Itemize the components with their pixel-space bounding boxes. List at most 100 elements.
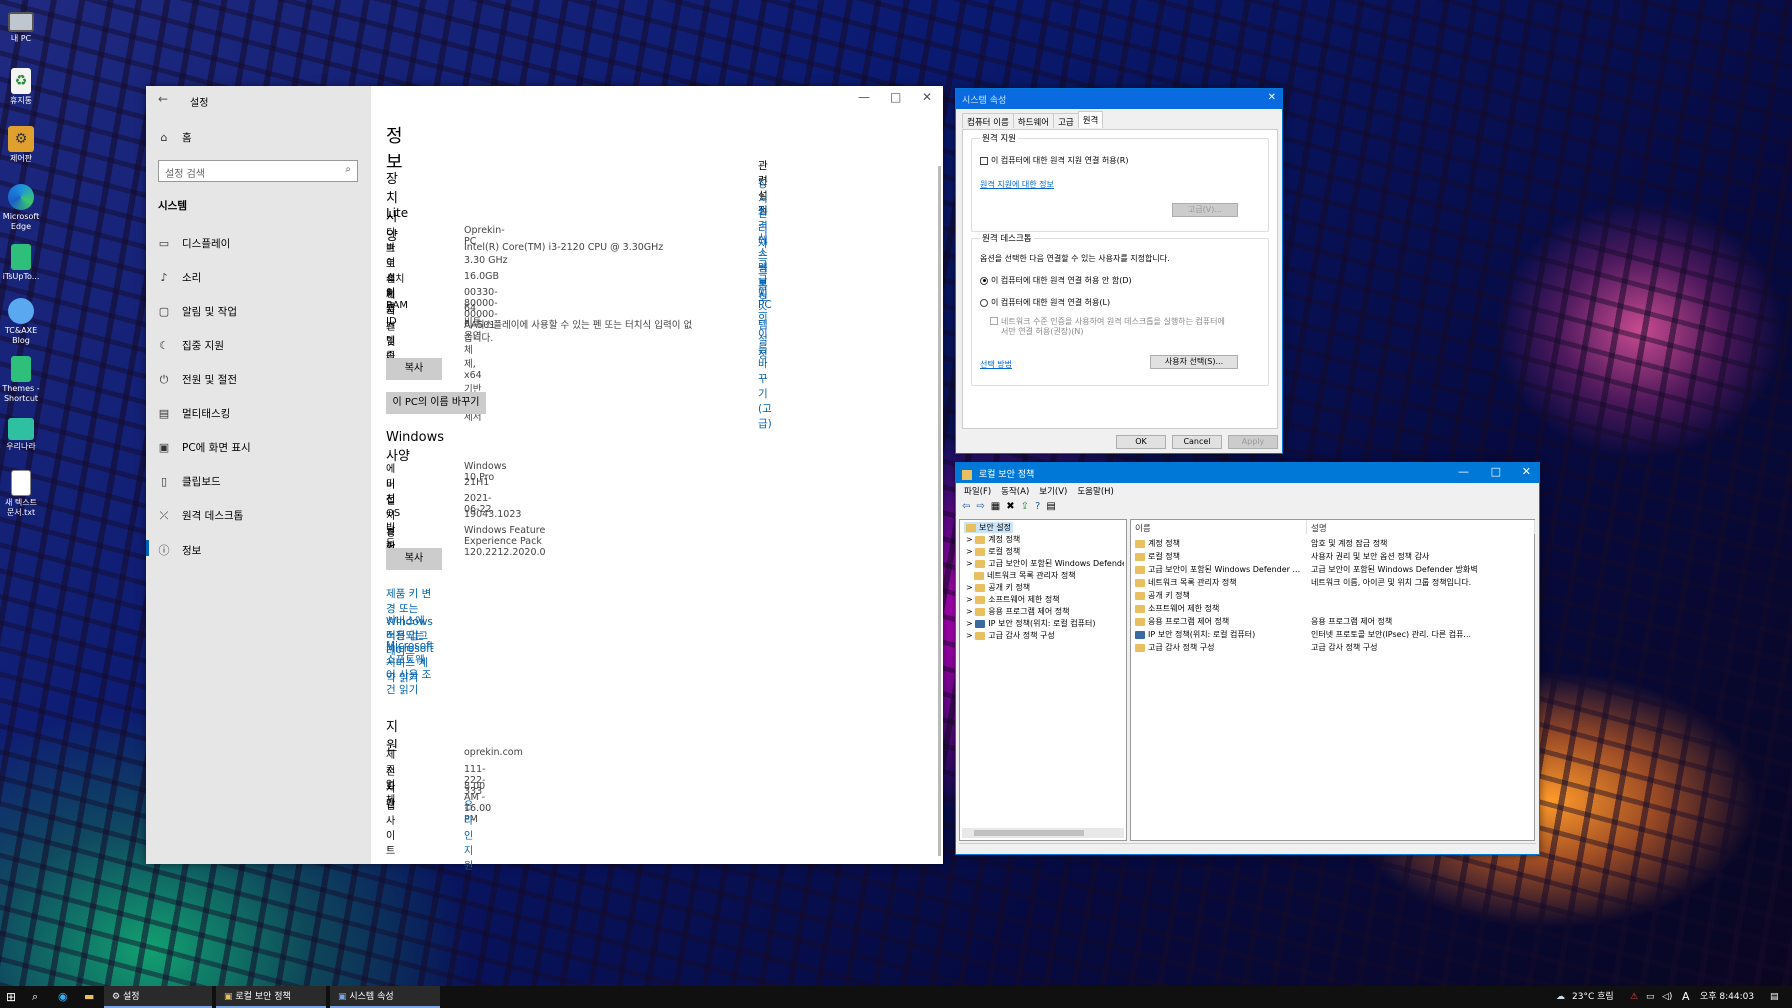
nav-about[interactable]: ⓘ 정보 xyxy=(146,540,201,558)
column-header-name[interactable]: 이름 xyxy=(1131,520,1307,534)
desktop-icon-themes[interactable]: Themes - Shortcut xyxy=(2,356,40,404)
desktop-icon-recycle-bin[interactable]: ♻ 휴지통 xyxy=(2,68,40,106)
column-header-description[interactable]: 설명 xyxy=(1307,520,1535,534)
edge-icon[interactable]: ◉ xyxy=(58,986,68,1008)
list-item[interactable]: 로컬 정책 xyxy=(1135,551,1180,562)
list-item[interactable]: 공개 키 정책 xyxy=(1135,590,1190,601)
properties-icon[interactable]: ▤ xyxy=(1046,501,1055,512)
nav-sound[interactable]: ♪ 소리 xyxy=(158,270,201,285)
volume-icon[interactable]: ◁) xyxy=(1662,986,1672,1008)
menu-action[interactable]: 동작(A) xyxy=(1001,485,1029,497)
nav-notifications[interactable]: ▢ 알림 및 작업 xyxy=(158,304,237,319)
tree-item[interactable]: > 로컬 정책 xyxy=(966,546,1020,557)
desktop-icon-text-file[interactable]: 새 텍스트 문서.txt xyxy=(2,470,40,518)
nla-checkbox[interactable]: 네트워크 수준 인증을 사용하여 원격 데스크톱을 실행하는 컴퓨터에서만 연결… xyxy=(990,317,1230,337)
tree-item[interactable]: > 공개 키 정책 xyxy=(966,582,1030,593)
list-item[interactable]: 소프트웨어 제한 정책 xyxy=(1135,603,1219,614)
settings-search-input[interactable]: 설정 검색 ⌕ xyxy=(158,160,358,182)
file-explorer-icon[interactable]: ▬ xyxy=(84,986,94,1008)
back-arrow-icon[interactable]: ← xyxy=(158,92,168,106)
checkbox[interactable] xyxy=(980,156,988,165)
search-icon[interactable]: ⌕ xyxy=(32,986,38,1008)
network-icon[interactable]: ▭ xyxy=(1646,986,1655,1008)
close-button[interactable]: ✕ xyxy=(1522,465,1531,478)
delete-icon[interactable]: ✖ xyxy=(1006,501,1014,512)
license-terms-link[interactable]: Microsoft 소프트웨어 사용 조건 읽기 xyxy=(386,640,434,697)
notification-center-icon[interactable]: ▤ xyxy=(1770,986,1779,1008)
apply-button[interactable]: Apply xyxy=(1228,435,1278,449)
tree-item[interactable]: > IP 보안 정책(위치: 로컬 컴퓨터) xyxy=(966,618,1096,629)
export-icon[interactable]: ⇪ xyxy=(1021,501,1029,512)
copy-windows-button[interactable]: 복사 xyxy=(386,548,442,570)
maximize-button[interactable]: □ xyxy=(890,90,901,104)
copy-device-button[interactable]: 복사 xyxy=(386,358,442,380)
tab-hardware[interactable]: 하드웨어 xyxy=(1012,113,1055,128)
checkbox[interactable] xyxy=(990,317,998,325)
scroll-thumb[interactable] xyxy=(974,830,1084,836)
cancel-button[interactable]: Cancel xyxy=(1172,435,1222,449)
tree-item[interactable]: > 고급 감사 정책 구성 xyxy=(966,630,1055,641)
rename-advanced-link[interactable]: 이 PC의 이름 바꾸기(고급) xyxy=(758,284,772,431)
input-language[interactable]: A xyxy=(1682,986,1690,1008)
taskbar-item-settings[interactable]: ⚙ 설정 xyxy=(104,986,212,1008)
rd-deny-radio[interactable]: 이 컴퓨터에 대한 원격 연결 허용 안 함(D) xyxy=(980,275,1132,286)
list-item[interactable]: 응용 프로그램 제어 정책 xyxy=(1135,616,1229,627)
tree-item[interactable]: > 응용 프로그램 제어 정책 xyxy=(966,606,1069,617)
nav-display[interactable]: ▭ 디스플레이 xyxy=(158,236,231,251)
assist-info-link[interactable]: 원격 지원에 대한 정보 xyxy=(980,179,1054,190)
assist-checkbox[interactable]: 이 컴퓨터에 대한 원격 지원 연결 허용(R) xyxy=(980,155,1128,166)
rd-allow-radio[interactable]: 이 컴퓨터에 대한 원격 연결 허용(L) xyxy=(980,297,1110,308)
back-icon[interactable]: ⇦ xyxy=(962,501,970,512)
ok-button[interactable]: OK xyxy=(1116,435,1166,449)
desktop-icon-edge[interactable]: Microsoft Edge xyxy=(2,184,40,232)
tray-alert-icon[interactable]: ⚠ xyxy=(1630,986,1638,1008)
list-item[interactable]: 계정 정책 xyxy=(1135,538,1180,549)
tree-item[interactable]: > 고급 보안이 포함된 Windows Defende xyxy=(966,558,1124,569)
menu-help[interactable]: 도움말(H) xyxy=(1077,485,1113,497)
tab-remote[interactable]: 원격 xyxy=(1077,111,1104,128)
weather-cloud-icon[interactable]: ☁ xyxy=(1556,986,1565,1008)
minimize-button[interactable]: — xyxy=(858,90,870,104)
desktop-icon-my-pc[interactable]: 내 PC xyxy=(2,8,40,44)
menu-view[interactable]: 보기(V) xyxy=(1039,485,1067,497)
tree-item[interactable]: > 소프트웨어 제한 정책 xyxy=(966,594,1060,605)
start-windows-icon[interactable]: ⊞ xyxy=(6,986,16,1008)
show-tree-icon[interactable]: ▦ xyxy=(991,501,1000,512)
radio[interactable] xyxy=(980,298,988,307)
tree-root[interactable]: 보안 설정 xyxy=(964,522,1013,533)
tab-advanced[interactable]: 고급 xyxy=(1053,113,1079,128)
desktop-icon-folder[interactable]: 우리나라 xyxy=(2,418,40,452)
nav-clipboard[interactable]: ▯ 클립보드 xyxy=(158,474,221,489)
list-item[interactable]: 고급 보안이 포함된 Windows Defender ... xyxy=(1135,564,1300,575)
list-item[interactable]: 고급 감사 정책 구성 xyxy=(1135,642,1215,653)
online-support-link[interactable]: 온라인 지원 xyxy=(464,797,473,872)
choose-help-link[interactable]: 선택 방법 xyxy=(980,359,1012,370)
horizontal-scrollbar[interactable] xyxy=(962,828,1124,838)
nav-project[interactable]: ▣ PC에 화면 표시 xyxy=(158,440,251,455)
list-item[interactable]: 네트워크 목록 관리자 정책 xyxy=(1135,577,1237,588)
menu-file[interactable]: 파일(F) xyxy=(964,485,991,497)
taskbar-item-sysprop[interactable]: ▣ 시스템 속성 xyxy=(330,986,440,1008)
desktop-icon-itsupto[interactable]: iTsUpTo... xyxy=(2,244,40,282)
scrollbar[interactable] xyxy=(938,166,941,856)
close-icon[interactable]: ✕ xyxy=(1268,92,1276,103)
forward-icon[interactable]: ⇨ xyxy=(976,501,984,512)
tree-item[interactable]: 네트워크 목록 관리자 정책 xyxy=(974,570,1076,581)
desktop-icon-control-panel[interactable]: ⚙ 제어판 xyxy=(2,126,40,164)
select-users-button[interactable]: 사용자 선택(S)... xyxy=(1150,355,1238,369)
minimize-button[interactable]: — xyxy=(1458,465,1469,478)
weather-text[interactable]: 23°C 흐림 xyxy=(1572,986,1614,1008)
radio[interactable] xyxy=(980,276,988,285)
tree-item[interactable]: > 계정 정책 xyxy=(966,534,1020,545)
taskbar-item-secpol[interactable]: ▣ 로컬 보안 정책 xyxy=(216,986,326,1008)
clock[interactable]: 오후 8:44:03 xyxy=(1700,986,1754,1008)
close-button[interactable]: ✕ xyxy=(922,90,932,104)
list-item[interactable]: IP 보안 정책(위치: 로컬 컴퓨터) xyxy=(1135,629,1255,640)
nav-home[interactable]: ⌂ 홈 xyxy=(158,130,192,145)
tab-computer-name[interactable]: 컴퓨터 이름 xyxy=(962,113,1014,128)
rename-pc-button[interactable]: 이 PC의 이름 바꾸기 xyxy=(386,392,486,414)
desktop-icon-tc-axe[interactable]: TC&AXE Blog xyxy=(2,298,40,346)
help-icon[interactable]: ? xyxy=(1035,501,1040,512)
nav-multitask[interactable]: ▤ 멀티태스킹 xyxy=(158,406,231,421)
nav-remote[interactable]: ⤫ 원격 데스크톱 xyxy=(158,508,244,523)
